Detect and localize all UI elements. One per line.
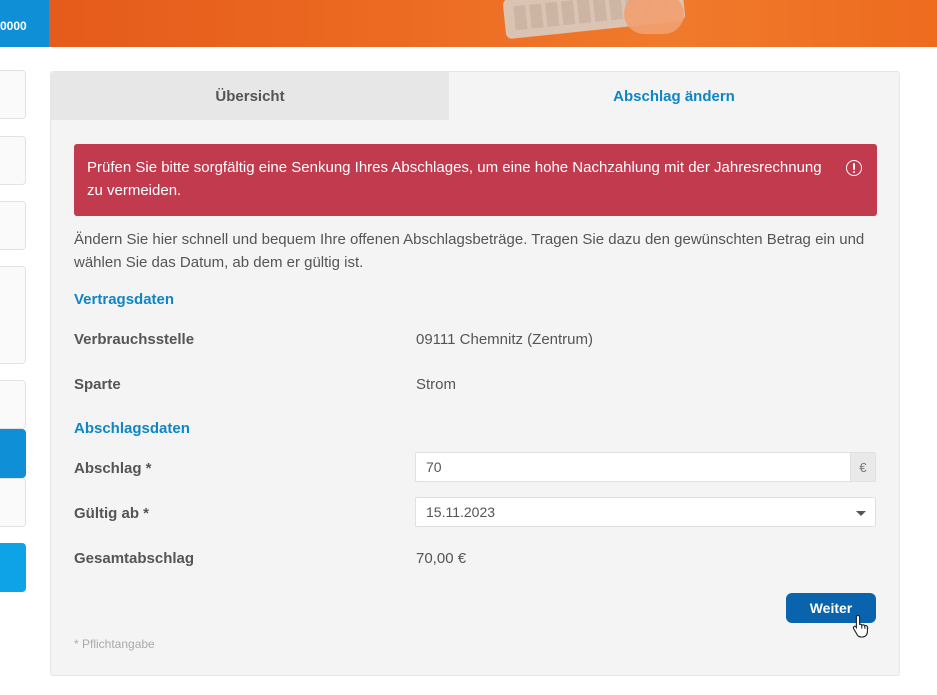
sidebar-item[interactable]: [0, 70, 26, 119]
warning-alert: Prüfen Sie bitte sorgfältig eine Senkung…: [74, 144, 877, 216]
valid-from-label: Gültig ab *: [74, 505, 149, 522]
sidebar-item-highlight[interactable]: [0, 543, 26, 592]
sidebar-item[interactable]: [0, 478, 26, 527]
total-value: 70,00 €: [416, 550, 467, 567]
sidebar-item[interactable]: [0, 136, 26, 185]
tab-overview[interactable]: Übersicht: [51, 72, 449, 120]
chevron-down-icon: [856, 511, 866, 516]
alert-text: Prüfen Sie bitte sorgfältig eine Senkung…: [87, 159, 822, 199]
total-label: Gesamtabschlag: [74, 550, 195, 567]
consumption-point-label: Verbrauchsstelle: [74, 331, 195, 348]
hand-illustration: [624, 0, 684, 34]
valid-from-select[interactable]: 15.11.2023: [415, 497, 876, 527]
tab-bar: Übersicht Abschlag ändern: [51, 72, 899, 120]
hand-cursor-icon: [852, 614, 869, 638]
sidebar-item[interactable]: [0, 380, 26, 429]
header-badge-text: 0000: [0, 19, 27, 33]
sidebar-item[interactable]: [0, 266, 26, 364]
sidebar-item[interactable]: [0, 201, 26, 250]
alert-circle-icon: [846, 160, 862, 176]
amount-label: Abschlag *: [74, 460, 152, 477]
amount-input-group: €: [415, 452, 876, 482]
header-badge: 0000: [0, 0, 49, 47]
amount-input[interactable]: [415, 452, 850, 482]
sidebar-item-active[interactable]: [0, 429, 26, 478]
contract-heading: Vertragsdaten: [74, 291, 175, 308]
currency-addon: €: [850, 452, 876, 482]
header-banner-image: [49, 0, 937, 47]
tab-change-installment[interactable]: Abschlag ändern: [449, 72, 899, 120]
consumption-point-value: 09111 Chemnitz (Zentrum): [416, 331, 594, 348]
installment-panel: Übersicht Abschlag ändern Prüfen Sie bit…: [50, 71, 900, 676]
division-label: Sparte: [74, 376, 121, 393]
valid-from-value: 15.11.2023: [426, 504, 496, 520]
required-footnote: * Pflichtangabe: [74, 637, 155, 651]
division-value: Strom: [416, 376, 457, 393]
intro-text: Ändern Sie hier schnell und bequem Ihre …: [74, 231, 865, 271]
installment-heading: Abschlagsdaten: [74, 420, 190, 437]
